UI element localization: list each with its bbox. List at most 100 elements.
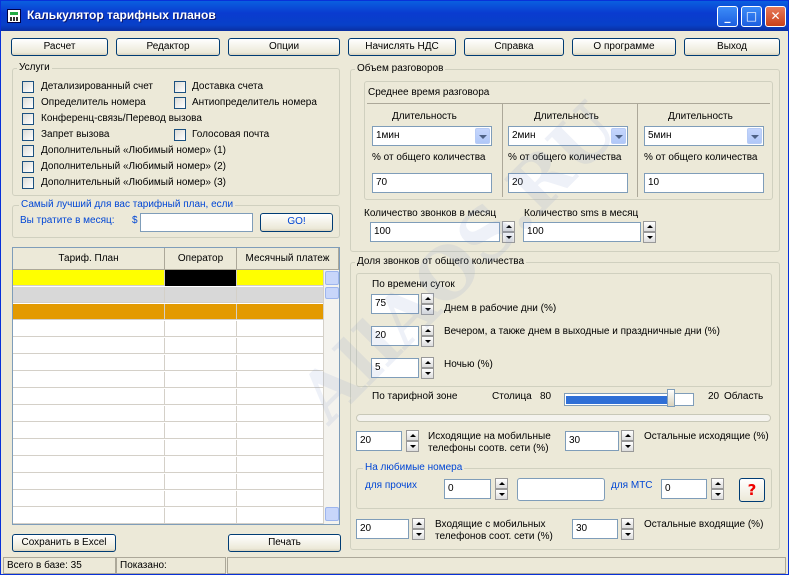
- table-row[interactable]: [13, 355, 323, 371]
- best-plan-title: Самый лучший для вас тарифный план, если: [19, 199, 236, 210]
- checkbox-voicemail[interactable]: [174, 129, 186, 141]
- up-arrow-icon[interactable]: [495, 478, 508, 489]
- exit-button[interactable]: Выход: [684, 38, 780, 56]
- table-row[interactable]: [13, 508, 323, 524]
- label-fav2: Дополнительный «Любимый номер» (2): [41, 161, 226, 172]
- out-other-input[interactable]: 30: [565, 431, 619, 451]
- table-row[interactable]: [13, 304, 323, 320]
- percent-label-3: % от общего количества: [644, 152, 758, 163]
- options-button[interactable]: Опции: [228, 38, 340, 56]
- checkbox-fav3[interactable]: [22, 177, 34, 189]
- label-fav1: Дополнительный «Любимый номер» (1): [41, 145, 226, 156]
- down-arrow-icon[interactable]: [412, 529, 425, 540]
- up-arrow-icon[interactable]: [412, 518, 425, 529]
- up-arrow-icon[interactable]: [621, 518, 634, 529]
- maximize-button[interactable]: □: [741, 6, 762, 27]
- duration-select-1[interactable]: 1мин: [372, 126, 492, 146]
- night-stepper[interactable]: [421, 357, 434, 379]
- percent-input-3[interactable]: 10: [644, 173, 764, 193]
- down-arrow-icon[interactable]: [621, 441, 634, 452]
- up-arrow-icon[interactable]: [643, 221, 656, 232]
- table-row[interactable]: [13, 440, 323, 456]
- editor-button[interactable]: Редактор: [116, 38, 220, 56]
- table-row[interactable]: [13, 389, 323, 405]
- col-header-operator[interactable]: Оператор: [165, 248, 237, 270]
- help-icon[interactable]: ?: [739, 478, 765, 502]
- fav-other-input[interactable]: 0: [444, 479, 491, 499]
- table-row[interactable]: [13, 474, 323, 490]
- up-arrow-icon[interactable]: [421, 357, 434, 368]
- label-delivery: Доставка счета: [192, 81, 264, 92]
- spend-label: Вы тратите в месяц:: [20, 215, 115, 226]
- checkbox-block[interactable]: [22, 129, 34, 141]
- services-title: Услуги: [17, 62, 52, 73]
- down-arrow-icon[interactable]: [621, 529, 634, 540]
- sms-stepper[interactable]: [643, 221, 656, 243]
- down-arrow-icon[interactable]: [711, 489, 724, 500]
- down-arrow-icon[interactable]: [421, 368, 434, 379]
- checkbox-delivery[interactable]: [174, 81, 186, 93]
- label-conference: Конференц-связь/Перевод вызова: [41, 113, 202, 124]
- currency-label: $: [132, 215, 138, 226]
- in-other-input[interactable]: 30: [572, 519, 618, 539]
- save-excel-button[interactable]: Сохранить в Excel: [12, 534, 116, 552]
- scroll-thumb[interactable]: [325, 287, 339, 299]
- fav-other-label: для прочих: [365, 480, 417, 491]
- table-row[interactable]: [13, 457, 323, 473]
- up-arrow-icon[interactable]: [621, 430, 634, 441]
- calc-button[interactable]: Расчет: [11, 38, 108, 56]
- chevron-down-icon[interactable]: [747, 128, 762, 144]
- checkbox-callerid[interactable]: [22, 97, 34, 109]
- table-row[interactable]: [13, 338, 323, 354]
- down-arrow-icon[interactable]: [643, 232, 656, 243]
- table-row[interactable]: [13, 372, 323, 388]
- status-base: Всего в базе: 35: [3, 557, 116, 574]
- table-row[interactable]: [13, 491, 323, 507]
- scroll-up-icon[interactable]: [325, 271, 339, 285]
- duration-select-3[interactable]: 5мин: [644, 126, 764, 146]
- table-row[interactable]: [13, 321, 323, 337]
- out-mobile-stepper[interactable]: [406, 430, 419, 452]
- title-bar[interactable]: Калькулятор тарифных планов _ □ ✕: [1, 1, 788, 31]
- checkbox-detail[interactable]: [22, 81, 34, 93]
- out-mobile-label: Исходящие на мобильные телефоны соотв. с…: [428, 431, 551, 454]
- fav-mts-stepper[interactable]: [711, 478, 724, 500]
- table-row[interactable]: [13, 287, 323, 303]
- table-row[interactable]: [13, 270, 323, 286]
- fav-mts-input[interactable]: 0: [661, 479, 707, 499]
- down-arrow-icon[interactable]: [495, 489, 508, 500]
- table-row[interactable]: [13, 406, 323, 422]
- label-voicemail: Голосовая почта: [192, 129, 270, 140]
- in-mobile-stepper[interactable]: [412, 518, 425, 540]
- duration-label-3: Длительность: [668, 111, 733, 122]
- chevron-down-icon[interactable]: [475, 128, 490, 144]
- col-header-plan[interactable]: Тариф. План: [13, 248, 165, 270]
- up-arrow-icon[interactable]: [711, 478, 724, 489]
- in-other-stepper[interactable]: [621, 518, 634, 540]
- fav-other-stepper[interactable]: [495, 478, 508, 500]
- down-arrow-icon[interactable]: [406, 441, 419, 452]
- label-fav3: Дополнительный «Любимый номер» (3): [41, 177, 226, 188]
- fav-extra-input[interactable]: [517, 478, 605, 501]
- vat-button[interactable]: Начислять НДС: [348, 38, 456, 56]
- minimize-button[interactable]: _: [717, 6, 738, 27]
- about-button[interactable]: О программе: [572, 38, 676, 56]
- help-button[interactable]: Справка: [464, 38, 564, 56]
- checkbox-fav1[interactable]: [22, 145, 34, 157]
- table-row[interactable]: [13, 423, 323, 439]
- col-header-payment[interactable]: Месячный платеж: [237, 248, 339, 270]
- print-button[interactable]: Печать: [228, 534, 341, 552]
- close-button[interactable]: ✕: [765, 6, 786, 27]
- checkbox-conference[interactable]: [22, 113, 34, 125]
- in-mobile-input[interactable]: 20: [356, 519, 409, 539]
- out-other-stepper[interactable]: [621, 430, 634, 452]
- out-mobile-input[interactable]: 20: [356, 431, 402, 451]
- spend-input[interactable]: [140, 213, 253, 232]
- zone-slider-thumb[interactable]: [667, 389, 675, 407]
- scroll-down-icon[interactable]: [325, 507, 339, 521]
- up-arrow-icon[interactable]: [406, 430, 419, 441]
- checkbox-anticallerid[interactable]: [174, 97, 186, 109]
- checkbox-fav2[interactable]: [22, 161, 34, 173]
- go-button[interactable]: GO!: [260, 213, 333, 232]
- status-empty: [227, 557, 786, 574]
